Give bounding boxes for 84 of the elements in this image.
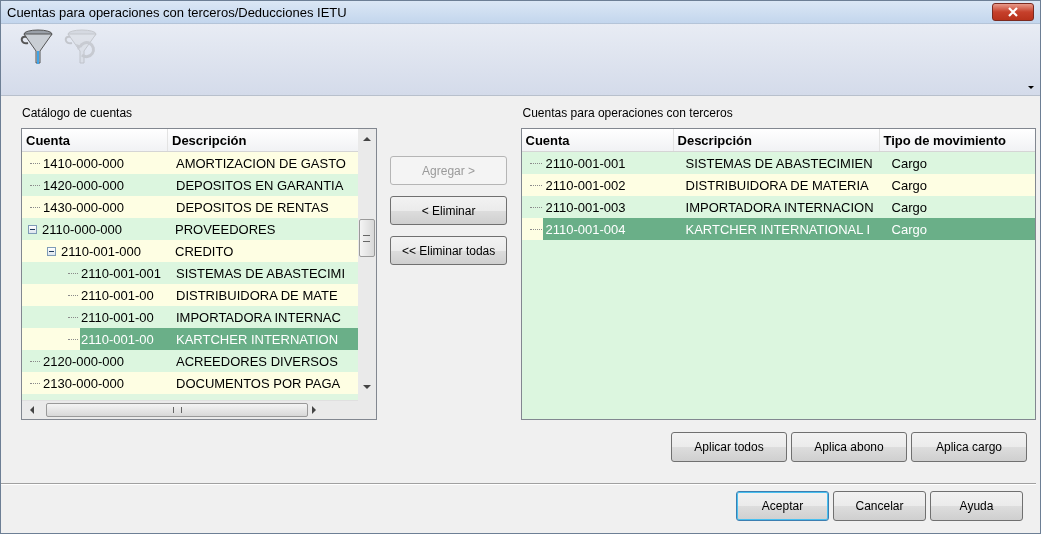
account-code: 2110-001-003: [544, 199, 627, 215]
apply-button[interactable]: Aplicar todos: [671, 432, 787, 462]
tree-row[interactable]: 2110-001-000 CREDITO: [22, 240, 358, 262]
tree-connector: [529, 228, 542, 230]
cancel-button[interactable]: Cancelar: [833, 491, 926, 521]
accept-button[interactable]: Aceptar: [736, 491, 829, 521]
account-description: KARTCHER INTERNATIONAL I: [685, 221, 872, 237]
account-description: DISTRIBUIDORA DE MATERIA: [685, 177, 870, 193]
help-button[interactable]: Ayuda: [930, 491, 1023, 521]
tree-connector: [529, 206, 542, 208]
tree-connector: [68, 294, 78, 296]
account-code: 1430-000-000: [42, 199, 125, 215]
tree-row[interactable]: 2110-001-00 DISTRIBUIDORA DE MATE: [22, 284, 358, 306]
account-description: DEPOSITOS DE RENTAS: [175, 199, 329, 215]
account-description: KARTCHER INTERNATION: [175, 331, 339, 347]
column-header[interactable]: Tipo de movimiento: [879, 129, 1035, 151]
movement-type: Cargo: [891, 199, 928, 215]
account-code: 2110-001-001: [80, 265, 162, 281]
scroll-thumb[interactable]: [358, 219, 375, 257]
scroll-up-icon[interactable]: [362, 137, 371, 141]
account-description: DOCUMENTOS POR PAGA: [175, 375, 341, 391]
column-header[interactable]: Descripción: [673, 129, 880, 151]
column-header[interactable]: Cuenta: [22, 129, 168, 151]
filter-button[interactable]: [19, 28, 55, 66]
list-row[interactable]: 2110-001-002 DISTRIBUIDORA DE MATERIA Cargo: [521, 174, 1035, 196]
tree-connector: [30, 184, 40, 186]
collapse-icon[interactable]: [47, 246, 56, 256]
tree-connector: [68, 272, 78, 274]
account-description: DISTRIBUIDORA DE MATE: [175, 287, 338, 303]
tree-row[interactable]: 1410-000-000 AMORTIZACION DE GASTO: [22, 152, 358, 174]
panel-label: Cuentas para operaciones con terceros: [521, 105, 734, 122]
dropdown-caret-icon[interactable]: [1028, 86, 1034, 89]
column-header[interactable]: Descripción: [168, 129, 358, 151]
account-description: IMPORTADORA INTERNACION: [685, 199, 875, 215]
movement-type: Cargo: [891, 177, 928, 193]
apply-button[interactable]: Aplica abono: [791, 432, 907, 462]
account-code: 2110-001-00: [80, 287, 155, 303]
tree-connector: [529, 162, 542, 164]
column-header[interactable]: Cuenta: [521, 129, 674, 151]
tree-row[interactable]: 1430-000-000 DEPOSITOS DE RENTAS: [22, 196, 358, 218]
account-code: 2110-000-000: [41, 221, 123, 237]
funnel-refresh-icon: [64, 29, 98, 65]
account-description: SISTEMAS DE ABASTECIMIEN: [685, 155, 874, 171]
tree-connector: [30, 382, 40, 384]
tree-connector: [529, 184, 542, 186]
account-code: 2110-001-00: [80, 309, 155, 325]
account-code: 1410-000-000: [42, 155, 125, 171]
account-code: 2110-001-000: [60, 243, 142, 259]
funnel-icon: [20, 29, 54, 65]
tree-row[interactable]: 2130-000-000 DOCUMENTOS POR PAGA: [22, 372, 358, 394]
account-description: DEPOSITOS EN GARANTIA: [175, 177, 344, 193]
account-description: AMORTIZACION DE GASTO: [175, 155, 346, 171]
account-code: 2130-000-000: [42, 375, 125, 391]
account-code: 2110-001-001: [544, 155, 627, 171]
movement-type: Cargo: [891, 221, 928, 237]
tree-connector: [30, 360, 40, 362]
tree-connector: [68, 316, 78, 318]
account-description: IMPORTADORA INTERNAC: [175, 309, 341, 325]
scroll-right-icon[interactable]: [312, 406, 316, 414]
account-code: 2120-000-000: [42, 353, 125, 369]
close-icon: [1007, 7, 1019, 17]
account-code: 2110-001-002: [544, 177, 627, 193]
apply-button[interactable]: Aplica cargo: [911, 432, 1027, 462]
scroll-left-icon[interactable]: [30, 406, 34, 414]
account-description: PROVEEDORES: [174, 221, 276, 237]
horizontal-scrollbar[interactable]: [22, 400, 358, 419]
account-code: 2110-001-004: [544, 221, 627, 237]
account-description: CREDITO: [174, 243, 234, 259]
tree-connector: [30, 162, 40, 164]
account-code: 1420-000-000: [42, 177, 125, 193]
tree-connector: [68, 338, 78, 340]
remove-button[interactable]: < Eliminar: [390, 196, 508, 225]
collapse-icon[interactable]: [28, 224, 37, 234]
scroll-down-icon[interactable]: [362, 385, 371, 389]
tree-connector: [30, 206, 40, 208]
window-title: Cuentas para operaciones con terceros/Deducciones IETU: [7, 4, 348, 20]
account-description: ACREEDORES DIVERSOS: [175, 353, 338, 369]
panel-label: Catálogo de cuentas: [21, 105, 134, 122]
close-button[interactable]: [992, 3, 1034, 21]
movement-type: Cargo: [891, 155, 928, 171]
account-description: SISTEMAS DE ABASTECIMI: [175, 265, 346, 281]
remove-button[interactable]: << Eliminar todas: [390, 236, 508, 265]
account-code: 2110-001-00: [80, 331, 155, 347]
scroll-thumb[interactable]: [46, 403, 308, 417]
